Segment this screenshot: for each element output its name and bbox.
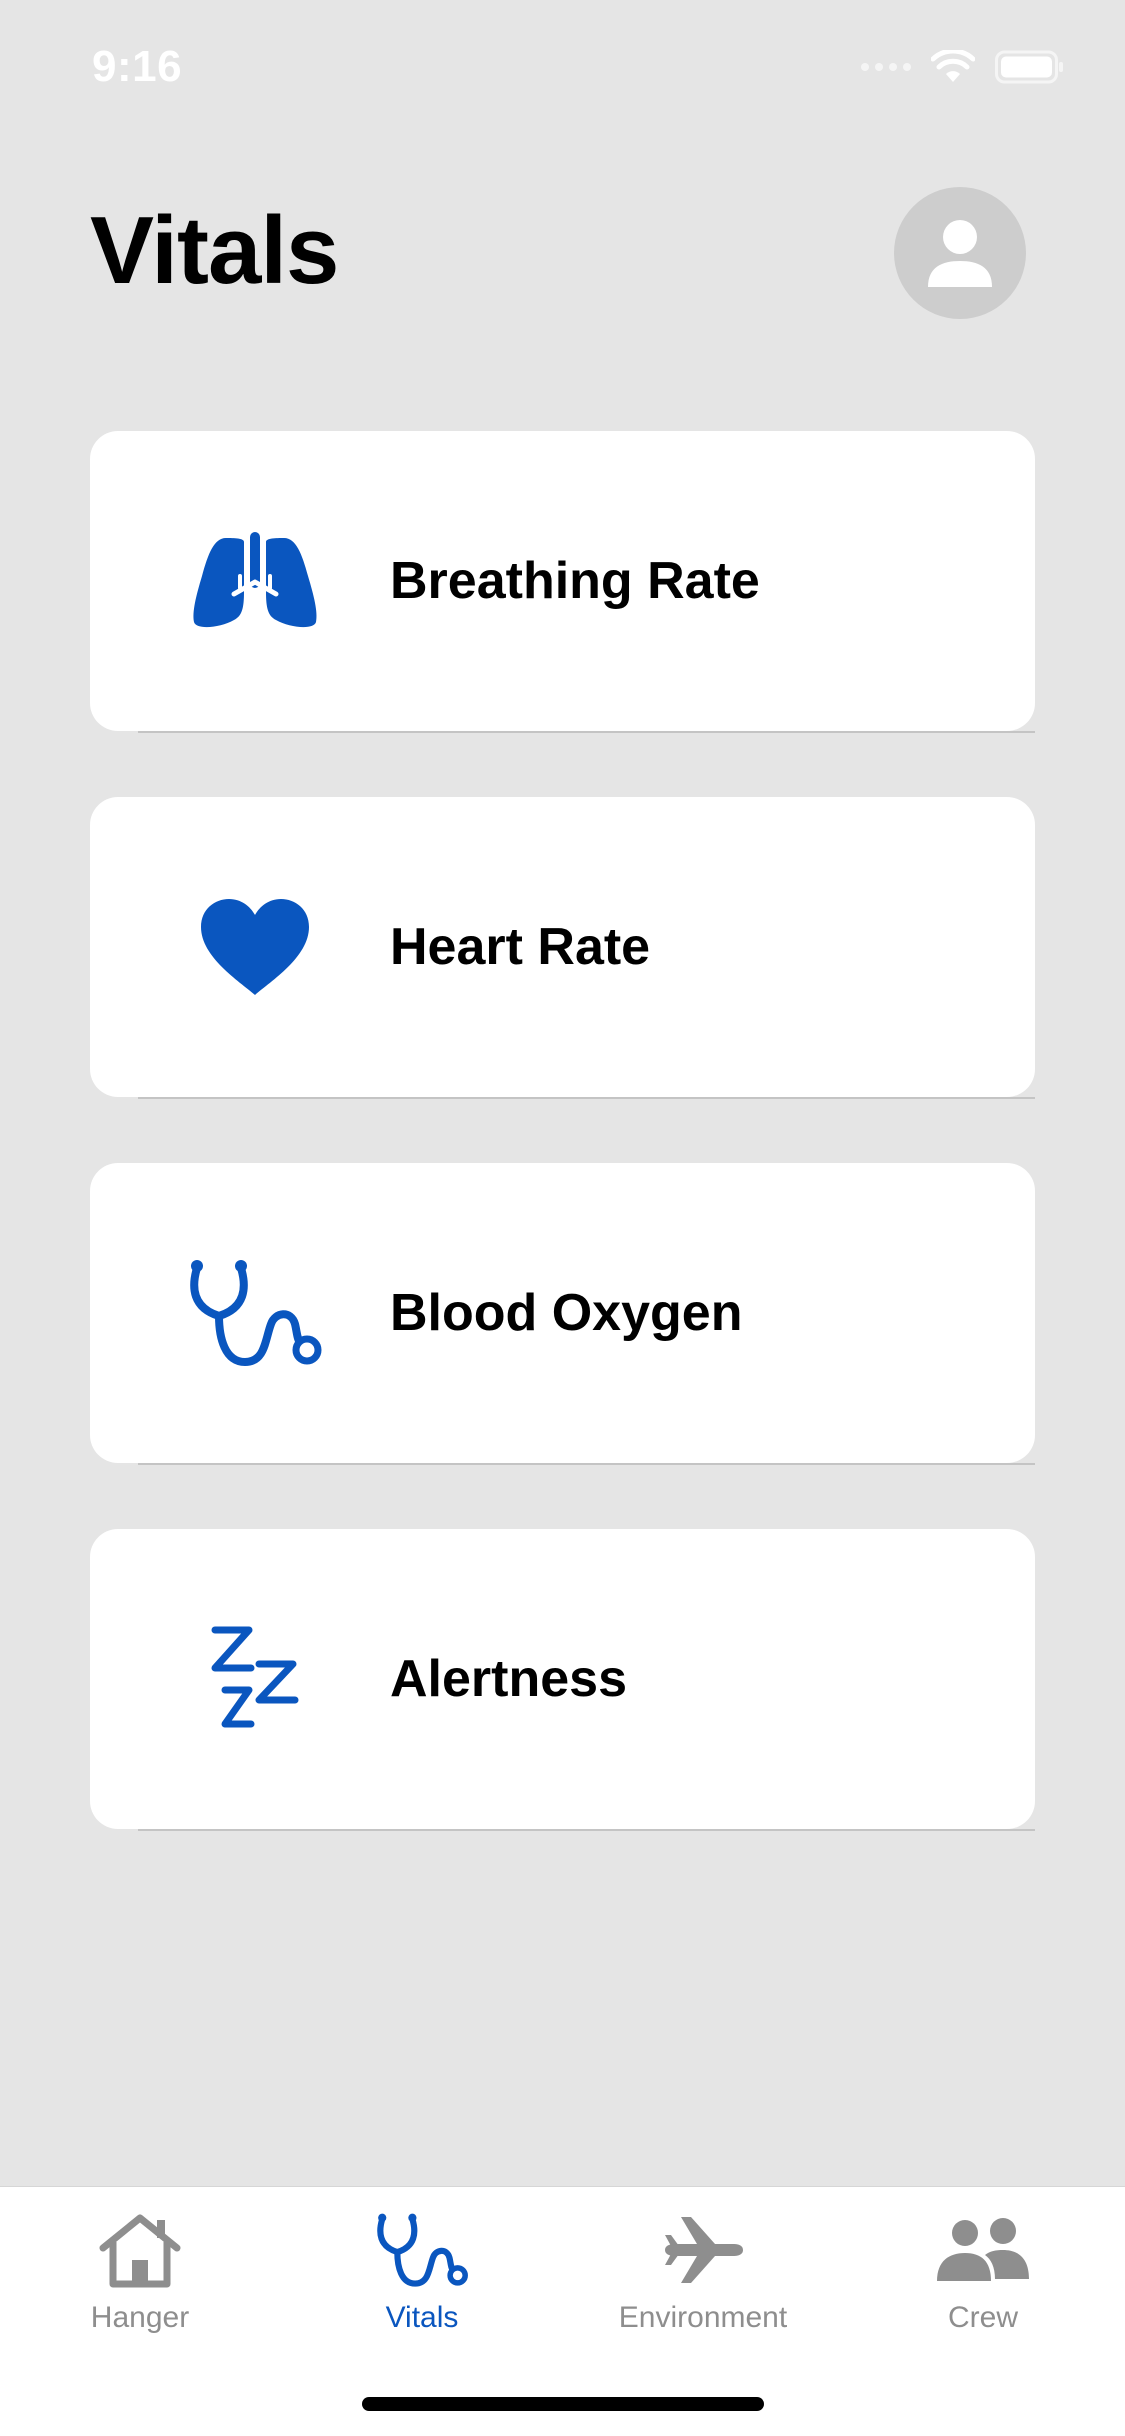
tab-crew[interactable]: Crew bbox=[863, 2205, 1103, 2345]
card-label: Breathing Rate bbox=[390, 552, 760, 610]
stethoscope-icon bbox=[374, 2205, 470, 2295]
breathing-rate-card[interactable]: Breathing Rate bbox=[90, 431, 1035, 733]
tab-label: Vitals bbox=[385, 2301, 459, 2334]
cellular-signal-icon bbox=[861, 63, 911, 71]
lungs-icon bbox=[180, 521, 330, 641]
vitals-list: Breathing Rate Heart Rate Blood Oxygen A… bbox=[90, 431, 1035, 1895]
tab-label: Environment bbox=[618, 2301, 788, 2334]
card-label: Alertness bbox=[390, 1650, 627, 1708]
profile-avatar[interactable] bbox=[894, 187, 1026, 319]
airplane-icon bbox=[661, 2205, 745, 2295]
people-icon bbox=[935, 2205, 1031, 2295]
tab-environment[interactable]: Environment bbox=[583, 2205, 823, 2345]
wifi-icon bbox=[931, 50, 975, 84]
card-label: Heart Rate bbox=[390, 918, 651, 976]
house-icon bbox=[97, 2205, 183, 2295]
blood-oxygen-card[interactable]: Blood Oxygen bbox=[90, 1163, 1035, 1465]
tab-label: Hanger bbox=[90, 2301, 190, 2334]
stethoscope-icon bbox=[180, 1253, 330, 1373]
heart-icon bbox=[180, 887, 330, 1007]
tab-label: Crew bbox=[947, 2301, 1018, 2334]
tab-hanger[interactable]: Hanger bbox=[20, 2205, 260, 2345]
tab-vitals[interactable]: Vitals bbox=[302, 2205, 542, 2345]
status-time: 9:16 bbox=[92, 42, 183, 91]
alertness-card[interactable]: Alertness bbox=[90, 1529, 1035, 1831]
card-label: Blood Oxygen bbox=[390, 1284, 743, 1342]
page-title: Vitals bbox=[90, 197, 339, 304]
status-indicators bbox=[861, 50, 1065, 84]
heart-rate-card[interactable]: Heart Rate bbox=[90, 797, 1035, 1099]
vitals-screen: 9:16 Vitals Breathing Rate Heart Rate Bl… bbox=[0, 0, 1125, 2436]
zzz-icon bbox=[180, 1619, 330, 1739]
home-indicator[interactable] bbox=[362, 2397, 764, 2411]
battery-icon bbox=[995, 50, 1065, 84]
person-icon bbox=[928, 220, 992, 287]
